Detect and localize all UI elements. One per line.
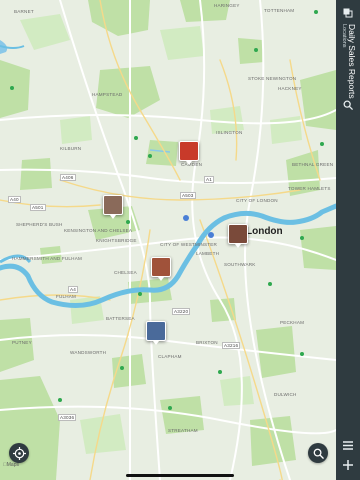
road-badge: A1 — [204, 176, 215, 183]
district-label: HARINGEY — [214, 3, 240, 8]
reports-button[interactable] — [339, 4, 357, 22]
map-view[interactable]: BARNET HARINGEY TOTTENHAM HAMPSTEAD STOK… — [0, 0, 336, 480]
poi-icon — [320, 142, 324, 146]
poi-icon — [314, 10, 318, 14]
road-badge: A501 — [30, 204, 46, 211]
poi-icon — [300, 352, 304, 356]
district-label: HAMPSTEAD — [92, 92, 123, 97]
road-badge: A40 — [8, 196, 21, 203]
menu-button[interactable] — [339, 436, 357, 454]
transit-icon — [208, 232, 214, 238]
poi-icon — [10, 86, 14, 90]
city-label: London — [246, 226, 283, 237]
maps-attribution: Maps — [3, 462, 19, 468]
add-button[interactable] — [339, 456, 357, 474]
district-label: STOKE NEWINGTON — [248, 76, 297, 81]
district-label: BETHNAL GREEN — [292, 162, 334, 167]
district-label: BARNET — [14, 9, 34, 14]
menu-icon — [343, 440, 353, 450]
plus-icon — [343, 460, 353, 470]
district-label: SOUTHWARK — [224, 262, 256, 267]
transit-icon — [183, 215, 189, 221]
kensington-marker[interactable] — [103, 195, 123, 219]
district-label: TOTTENHAM — [264, 8, 295, 13]
district-label: BRIXTON — [196, 340, 218, 345]
district-label: LAMBETH — [196, 251, 220, 256]
map-search-button[interactable] — [308, 443, 328, 463]
district-label: STREATHAM — [168, 428, 198, 433]
district-label: KENSINGTON AND CHELSEA — [64, 228, 133, 233]
sidebar-title-text: Daily Sales Reports — [347, 24, 357, 99]
road-badge: A3220 — [172, 308, 191, 315]
district-label: KILBURN — [60, 146, 82, 151]
district-label: CHELSEA — [114, 270, 137, 275]
road-badge: A406 — [60, 174, 76, 181]
district-label: ISLINGTON — [216, 130, 243, 135]
district-label: CITY OF WESTMINSTER — [160, 242, 218, 247]
home-indicator — [126, 474, 234, 477]
poi-icon — [168, 406, 172, 410]
camden-marker[interactable] — [179, 141, 199, 165]
road-badge: A3036 — [58, 414, 77, 421]
district-label: DULWICH — [274, 392, 297, 397]
city-marker[interactable] — [228, 224, 248, 248]
district-label: KNIGHTSBRIDGE — [96, 238, 137, 243]
search-icon — [313, 448, 324, 459]
district-label: SHEPHERD'S BUSH — [16, 222, 63, 227]
sidebar-title: Daily Sales Reports Locations — [337, 24, 359, 106]
district-label: PUTNEY — [12, 340, 32, 345]
poi-icon — [254, 48, 258, 52]
road-badge: A503 — [180, 192, 196, 199]
district-label: HACKNEY — [278, 86, 302, 91]
district-label: TOWER HAMLETS — [288, 186, 331, 191]
locate-button[interactable] — [9, 443, 29, 463]
district-label: BATTERSEA — [106, 316, 135, 321]
crosshair-icon — [12, 446, 26, 460]
poi-icon — [126, 220, 130, 224]
poi-icon — [138, 292, 142, 296]
search-icon — [343, 100, 353, 110]
poi-icon — [148, 154, 152, 158]
district-label: PECKHAM — [280, 320, 305, 325]
poi-icon — [120, 366, 124, 370]
district-label: CLAPHAM — [158, 354, 182, 359]
battersea-marker[interactable] — [146, 321, 166, 345]
westminster-marker[interactable] — [151, 257, 171, 281]
sidebar: Daily Sales Reports Locations — [336, 0, 360, 480]
poi-icon — [218, 370, 222, 374]
district-label: FULHAM — [56, 294, 77, 299]
poi-icon — [58, 398, 62, 402]
poi-icon — [300, 236, 304, 240]
poi-icon — [268, 282, 272, 286]
road-badge: A3216 — [222, 342, 241, 349]
district-label: HAMMERSMITH AND FULHAM — [12, 256, 82, 261]
poi-icon — [134, 136, 138, 140]
sidebar-search-button[interactable] — [339, 96, 357, 114]
district-label: WANDSWORTH — [70, 350, 107, 355]
district-label: CITY OF LONDON — [236, 198, 278, 203]
reports-icon — [343, 8, 353, 18]
road-badge: A4 — [68, 286, 79, 293]
